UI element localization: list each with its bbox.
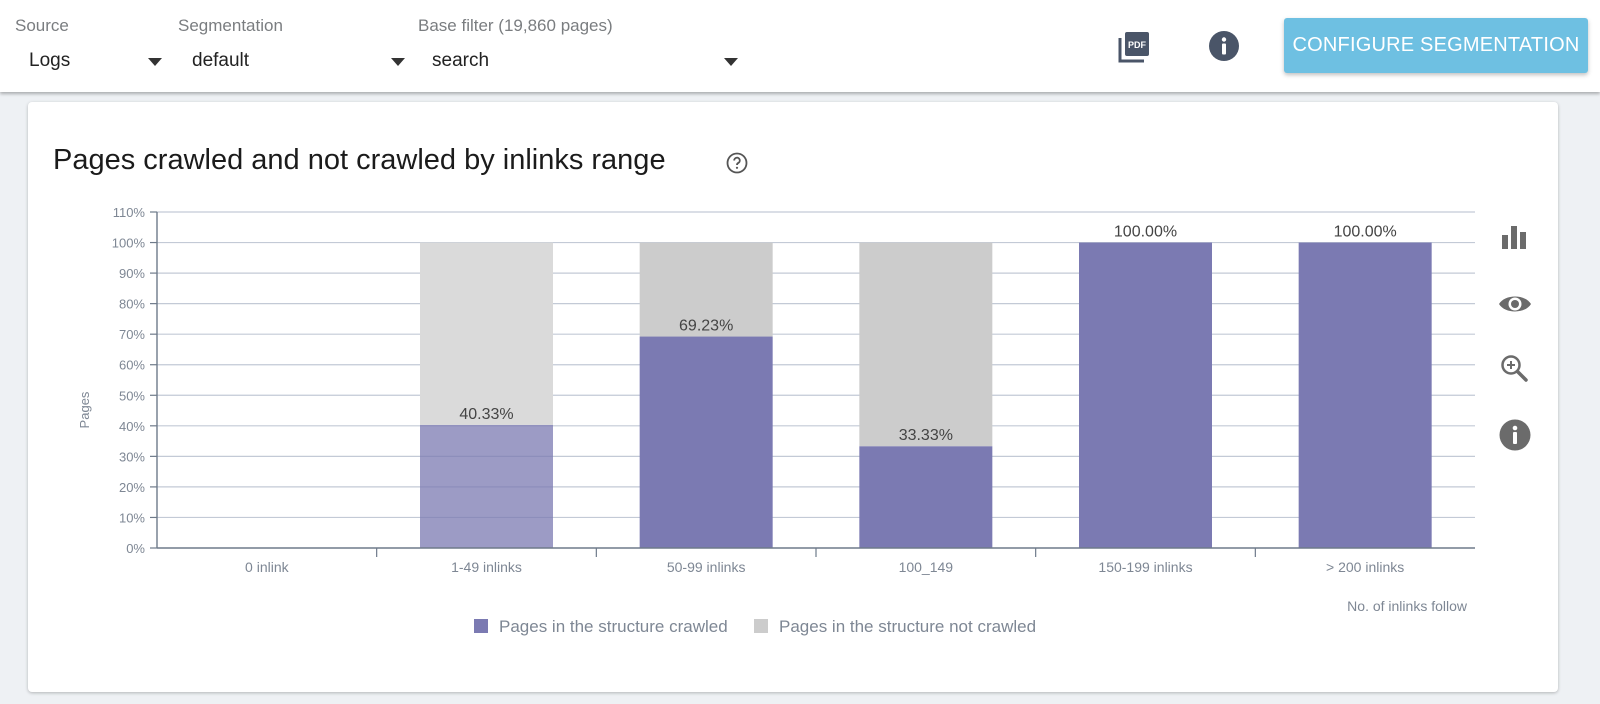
bar-chart: 0% 10% 20% 30% 40% 50% 60% 70% 80% 90% 100% 110% Pag… — [77, 205, 1475, 636]
segmentation-value[interactable]: default — [192, 50, 249, 72]
base-filter-value[interactable]: search — [432, 50, 489, 72]
y-tick-label: 20% — [119, 480, 145, 495]
legend-swatch — [754, 619, 768, 633]
y-tick-label: 90% — [119, 266, 145, 281]
legend-item[interactable]: Pages in the structure crawled — [499, 617, 728, 636]
chevron-down-icon[interactable] — [724, 58, 738, 66]
bar-not-crawled — [420, 242, 553, 425]
base-filter-select[interactable]: Base filter (19,860 pages) search — [418, 16, 738, 71]
x-tick-label: 0 inlink — [245, 559, 290, 575]
configure-segmentation-button[interactable]: CONFIGURE SEGMENTATION — [1284, 18, 1588, 73]
data-label: 100.00% — [1334, 224, 1397, 241]
y-tick-label: 50% — [119, 388, 145, 403]
y-tick-label: 70% — [119, 327, 145, 342]
x-tick-label: 100_149 — [899, 559, 954, 575]
x-tick-label: 1-49 inlinks — [451, 559, 522, 575]
bar-crawled — [639, 336, 773, 548]
y-tick-label: 0% — [126, 541, 145, 556]
source-label: Source — [15, 16, 69, 35]
bar-not-crawled — [859, 242, 993, 447]
y-axis-title: Pages — [77, 391, 92, 428]
y-tick-label: 10% — [119, 510, 145, 525]
y-tick-label: 80% — [119, 297, 145, 312]
info-icon[interactable] — [1208, 30, 1240, 62]
svg-text:PDF: PDF — [1128, 40, 1147, 50]
y-tick-label: 30% — [119, 449, 145, 464]
bar-crawled — [1298, 242, 1432, 548]
legend-swatch — [474, 619, 488, 633]
x-tick-label: 150-199 inlinks — [1098, 559, 1192, 575]
pdf-export-icon[interactable]: PDF — [1118, 30, 1154, 64]
data-label: 100.00% — [1114, 224, 1177, 241]
zoom-in-icon[interactable] — [1498, 352, 1532, 386]
y-tick-label: 60% — [119, 358, 145, 373]
bar-crawled — [859, 446, 993, 548]
base-filter-label: Base filter (19,860 pages) — [418, 16, 613, 35]
bar-chart-icon[interactable] — [1498, 221, 1532, 255]
data-label: 33.33% — [899, 427, 953, 444]
chevron-down-icon[interactable] — [148, 58, 162, 66]
bar-crawled — [420, 424, 553, 548]
source-value[interactable]: Logs — [29, 50, 70, 72]
legend-item[interactable]: Pages in the structure not crawled — [779, 617, 1036, 636]
eye-icon[interactable] — [1498, 287, 1532, 321]
segmentation-label: Segmentation — [178, 16, 283, 35]
info-icon[interactable] — [1498, 418, 1532, 452]
data-label: 69.23% — [679, 318, 733, 335]
chevron-down-icon[interactable] — [391, 58, 405, 66]
x-tick-label: 50-99 inlinks — [667, 559, 746, 575]
top-toolbar: Source Logs Segmentation default Base fi… — [0, 0, 1600, 92]
x-axis-title: No. of inlinks follow — [1347, 598, 1468, 614]
y-tick-label: 110% — [113, 205, 146, 220]
y-tick-label: 100% — [112, 236, 146, 251]
y-tick-label: 40% — [119, 419, 145, 434]
segmentation-select[interactable]: Segmentation default — [178, 16, 408, 71]
source-select[interactable]: Source Logs — [15, 16, 170, 71]
x-tick-label: > 200 inlinks — [1326, 559, 1404, 575]
bar-crawled — [1079, 242, 1212, 548]
chart-card: Pages crawled and not crawled by inlinks… — [28, 102, 1558, 692]
data-label: 40.33% — [459, 406, 513, 423]
